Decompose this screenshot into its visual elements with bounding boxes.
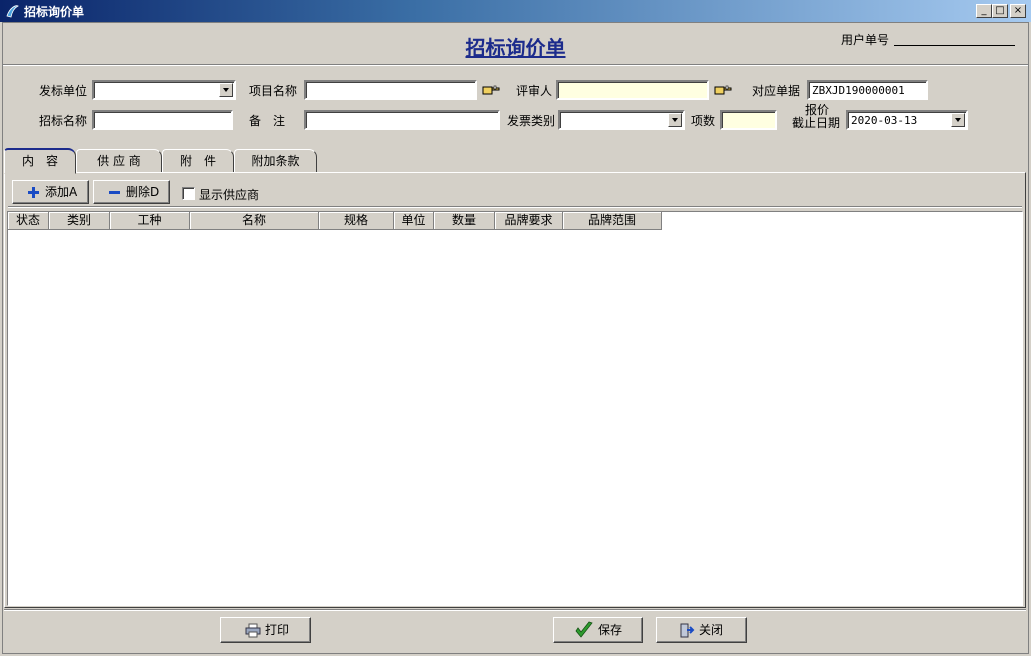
- pointing-hand-icon[interactable]: [714, 84, 732, 96]
- delete-button[interactable]: 删除D: [93, 180, 170, 204]
- item-count-label: 项数: [691, 114, 716, 128]
- item-count-input[interactable]: [720, 110, 777, 130]
- chevron-down-icon[interactable]: [951, 113, 965, 127]
- column-header[interactable]: 状态: [8, 212, 49, 230]
- column-header[interactable]: 品牌要求: [495, 212, 563, 230]
- save-button-label: 保存: [598, 623, 623, 637]
- chevron-down-icon[interactable]: [668, 113, 682, 127]
- ref-doc-input[interactable]: ZBXJD190000001: [807, 80, 928, 100]
- bid-name-input[interactable]: [92, 110, 233, 130]
- save-button[interactable]: 保存: [553, 617, 643, 643]
- printer-icon: [245, 623, 261, 638]
- column-header[interactable]: 数量: [434, 212, 495, 230]
- column-header[interactable]: 类别: [49, 212, 110, 230]
- column-header[interactable]: 单位: [394, 212, 434, 230]
- print-button[interactable]: 打印: [220, 617, 311, 643]
- issuer-label: 发标单位: [39, 84, 88, 98]
- minus-icon: [109, 191, 120, 194]
- grid-header: 状态 类别 工种 名称 规格 单位 数量 品牌要求 品牌范围: [8, 212, 662, 230]
- tab-extra-terms[interactable]: 附加条款: [234, 149, 317, 173]
- maximize-button[interactable]: □: [992, 4, 1008, 18]
- add-button-label: 添加A: [45, 185, 78, 199]
- items-grid[interactable]: 状态 类别 工种 名称 规格 单位 数量 品牌要求 品牌范围: [7, 211, 1023, 606]
- minimize-button[interactable]: _: [976, 4, 992, 18]
- app-icon: [6, 5, 19, 18]
- tab-label: 附加条款: [251, 154, 300, 168]
- pointing-hand-icon[interactable]: [482, 84, 500, 96]
- remark-label: 备 注: [249, 114, 286, 128]
- column-header[interactable]: 工种: [110, 212, 190, 230]
- tab-content[interactable]: 内 容: [4, 148, 76, 174]
- window-title: 招标询价单: [24, 5, 85, 19]
- invoice-label: 发票类别: [507, 114, 556, 128]
- plus-icon: [28, 187, 39, 198]
- toolbar-divider: [8, 206, 1022, 208]
- remark-input[interactable]: [304, 110, 500, 130]
- checkmark-icon: [575, 621, 593, 638]
- close-window-button[interactable]: ×: [1010, 4, 1026, 18]
- deadline-label-bottom: 截止日期: [792, 116, 841, 130]
- title-bar: 招标询价单 _ □ ×: [0, 0, 1031, 22]
- invoice-combo[interactable]: [558, 110, 685, 130]
- footer-divider: [4, 609, 1026, 611]
- print-button-label: 打印: [265, 623, 290, 637]
- reviewer-label: 评审人: [516, 84, 553, 98]
- bid-name-label: 招标名称: [39, 114, 88, 128]
- delete-button-label: 删除D: [126, 185, 160, 199]
- close-button-label: 关闭: [699, 623, 724, 637]
- project-label: 项目名称: [249, 84, 298, 98]
- column-header[interactable]: 名称: [190, 212, 319, 230]
- close-button[interactable]: 关闭: [656, 617, 747, 643]
- tab-supplier[interactable]: 供 应 商: [76, 149, 162, 173]
- column-header[interactable]: 规格: [319, 212, 394, 230]
- user-no-field[interactable]: [894, 45, 1015, 46]
- chevron-down-icon[interactable]: [219, 83, 233, 97]
- project-input[interactable]: [304, 80, 477, 100]
- reviewer-input[interactable]: [556, 80, 709, 100]
- show-supplier-label: 显示供应商: [199, 188, 260, 202]
- column-header[interactable]: 品牌范围: [563, 212, 662, 230]
- add-button[interactable]: 添加A: [12, 180, 89, 204]
- tab-label: 供 应 商: [97, 154, 141, 168]
- show-supplier-checkbox[interactable]: [182, 187, 195, 200]
- tab-attachment[interactable]: 附 件: [162, 149, 234, 173]
- issuer-combo[interactable]: [92, 80, 236, 100]
- deadline-label-top: 报价: [805, 103, 830, 117]
- user-no-label: 用户单号: [841, 33, 890, 47]
- exit-door-icon: [680, 623, 695, 638]
- deadline-value: 2020-03-13: [851, 114, 918, 127]
- header-divider: [3, 64, 1028, 66]
- tab-label: 内 容: [21, 154, 58, 168]
- deadline-date-picker[interactable]: 2020-03-13: [846, 110, 968, 130]
- ref-doc-value: ZBXJD190000001: [812, 84, 905, 97]
- ref-doc-label: 对应单据: [752, 84, 801, 98]
- tab-label: 附 件: [179, 154, 216, 168]
